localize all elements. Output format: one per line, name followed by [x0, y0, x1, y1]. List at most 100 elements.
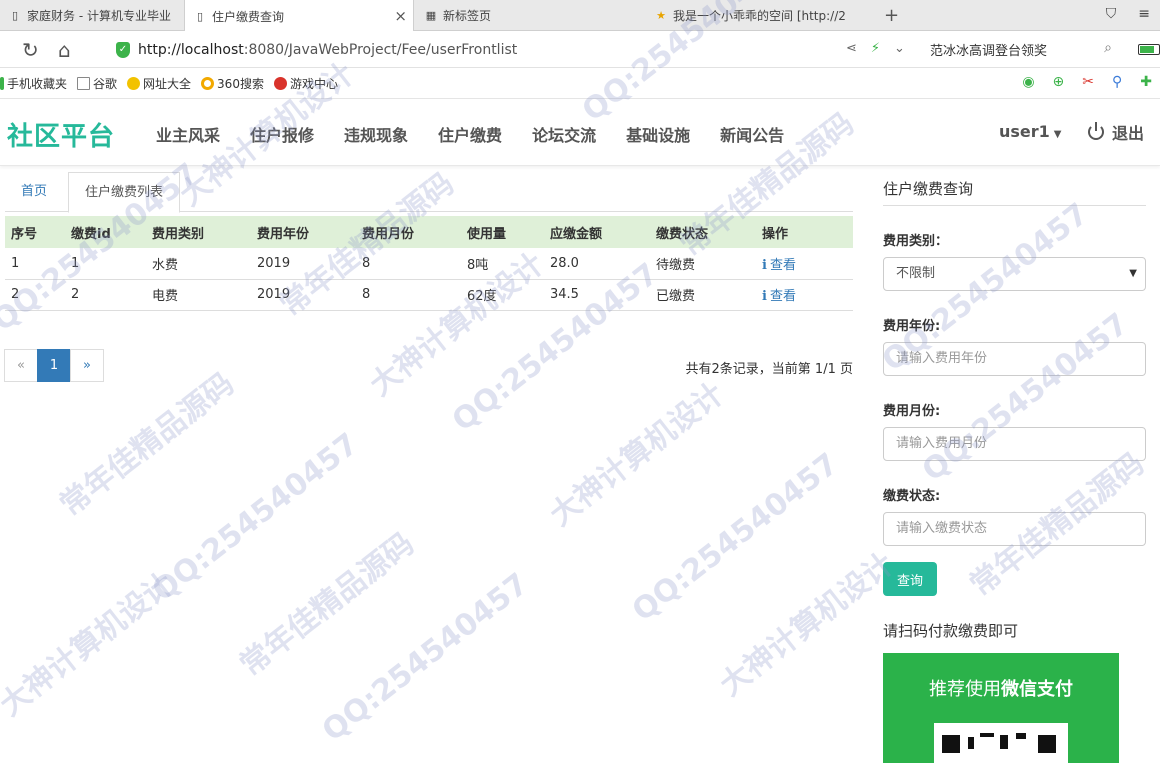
- bookmark-google[interactable]: 谷歌: [77, 75, 117, 92]
- prev-page-button[interactable]: «: [4, 349, 38, 382]
- battery-icon: [1138, 44, 1160, 55]
- col-header: 序号: [5, 216, 65, 248]
- info-icon: i: [762, 257, 767, 273]
- cell-month: 8: [356, 279, 461, 311]
- caret-down-icon: ▼: [1129, 268, 1137, 279]
- cell-action: i 查看: [756, 248, 853, 280]
- cell-status: 已缴费: [650, 279, 756, 311]
- bookmark-games[interactable]: 游戏中心: [273, 75, 338, 92]
- extension-icon[interactable]: ✚: [1140, 74, 1152, 90]
- secure-shield-icon: ✓: [116, 41, 130, 58]
- browser-tab-finance[interactable]: ▯ 家庭财务 - 计算机专业毕业: [0, 0, 180, 31]
- status-input[interactable]: 请输入缴费状态: [883, 512, 1146, 546]
- search-icon[interactable]: ⌕: [1104, 40, 1112, 56]
- url-host: http://localhost: [138, 41, 244, 58]
- cell-amount: 28.0: [544, 248, 650, 280]
- url-field[interactable]: ✓ http://localhost:8080/JavaWebProject/F…: [116, 37, 916, 62]
- month-label: 费用月份:: [883, 404, 941, 419]
- share-icon[interactable]: ⋖: [846, 41, 857, 56]
- bookmark-label: 游戏中心: [289, 76, 338, 91]
- breadcrumb-home[interactable]: 首页: [5, 172, 63, 212]
- menu-news[interactable]: 新闻公告: [720, 122, 784, 146]
- cell-amount: 34.5: [544, 279, 650, 311]
- browser-search-input[interactable]: 范冰冰高调登台领奖 ⌕: [920, 37, 1120, 62]
- close-tab-icon[interactable]: ×: [394, 7, 407, 25]
- menu-forum[interactable]: 论坛交流: [532, 122, 596, 146]
- qr-card-prefix: 推荐使用: [929, 679, 1001, 700]
- cell-fee-type: 电费: [146, 279, 251, 311]
- watermark-text: QQ:254540457: [625, 446, 846, 629]
- menu-icon[interactable]: ≡: [1138, 6, 1150, 22]
- bookmark-mobile[interactable]: 手机收藏夹: [0, 75, 67, 92]
- view-link[interactable]: i 查看: [762, 289, 796, 304]
- watermark-text: QQ:254540457: [315, 566, 536, 749]
- menu-violations[interactable]: 违规现象: [344, 122, 408, 146]
- site-navbar: 社区平台 业主风采 住户报修 违规现象 住户缴费 论坛交流 基础设施 新闻公告 …: [0, 100, 1160, 166]
- bookmark-label: 手机收藏夹: [7, 76, 68, 91]
- cell-year: 2019: [251, 248, 356, 280]
- breadcrumb-current: 住户缴费列表: [68, 172, 181, 213]
- cell-action: i 查看: [756, 279, 853, 311]
- translate-ext-icon[interactable]: ⊕: [1053, 74, 1065, 90]
- browser-tab-new[interactable]: ▦ 新标签页: [416, 0, 636, 31]
- col-header: 应缴金额: [544, 216, 650, 248]
- col-header: 费用年份: [251, 216, 356, 248]
- bookmark-label: 网址大全: [143, 76, 192, 91]
- scissors-icon[interactable]: ✂: [1082, 74, 1094, 90]
- search-text: 范冰冰高调登台领奖: [930, 44, 1048, 59]
- url-path: :8080/JavaWebProject/Fee/userFrontlist: [243, 41, 518, 58]
- fee-type-select[interactable]: 不限制 ▼: [883, 257, 1146, 291]
- watermark-text: 常年佳精品源码: [53, 366, 241, 524]
- menu-owner-style[interactable]: 业主风采: [156, 122, 220, 146]
- site-brand[interactable]: 社区平台: [7, 116, 115, 153]
- browser-tab-space[interactable]: ★ 我是一个小乖乖的空间 [http://2: [646, 0, 876, 31]
- watermark-text: QQ:254540457: [145, 426, 366, 609]
- new-tab-button[interactable]: +: [884, 5, 899, 26]
- month-input[interactable]: 请输入费用月份: [883, 427, 1146, 461]
- fee-type-value: 不限制: [896, 266, 936, 281]
- cell-index: 1: [5, 248, 65, 280]
- table-row: 1 1 水费 2019 8 8吨 28.0 待缴费 i 查看: [5, 248, 853, 280]
- magnifier-ext-icon[interactable]: ⚲: [1112, 74, 1122, 90]
- view-label: 查看: [769, 257, 796, 273]
- query-button[interactable]: 查询: [883, 562, 937, 596]
- panel-title: 住户缴费查询: [883, 172, 1146, 206]
- page-icon: ▯: [11, 9, 19, 22]
- table-header-row: 序号 缴费id 费用类别 费用年份 费用月份 使用量 应缴金额 缴费状态 操作: [5, 216, 853, 248]
- page-icon: [77, 76, 91, 90]
- wechat-ext-icon[interactable]: ◉: [1022, 74, 1034, 90]
- home-icon[interactable]: ⌂: [58, 38, 71, 62]
- page-1-button[interactable]: 1: [37, 349, 71, 382]
- lightning-icon[interactable]: ⚡: [871, 41, 880, 56]
- bookmark-sites[interactable]: 网址大全: [127, 75, 191, 92]
- grid-icon: ▦: [425, 9, 437, 22]
- user-menu[interactable]: user1 ▼: [999, 122, 1062, 141]
- year-input[interactable]: 请输入费用年份: [883, 342, 1146, 376]
- menu-repair[interactable]: 住户报修: [250, 122, 314, 146]
- cell-index: 2: [5, 279, 65, 311]
- fee-table: 序号 缴费id 费用类别 费用年份 费用月份 使用量 应缴金额 缴费状态 操作 …: [5, 216, 853, 311]
- view-link[interactable]: i 查看: [762, 258, 796, 273]
- mobile-icon: [0, 76, 4, 90]
- bookmark-360-search[interactable]: 360搜索: [201, 75, 264, 92]
- cell-fee-type: 水费: [146, 248, 251, 280]
- pagination: « 1 »: [4, 349, 104, 382]
- reload-icon[interactable]: ↻: [22, 38, 39, 62]
- menu-facilities[interactable]: 基础设施: [626, 122, 690, 146]
- status-label: 缴费状态:: [883, 489, 941, 504]
- logout-button[interactable]: 退出: [1088, 120, 1144, 144]
- user-name: user1: [999, 122, 1050, 141]
- star-icon: ★: [656, 9, 666, 22]
- shirt-icon[interactable]: ⛉: [1106, 6, 1117, 22]
- qr-code-image: [934, 723, 1068, 763]
- sites-icon: [127, 76, 141, 90]
- watermark-text: 大神计算机设计: [713, 546, 901, 704]
- next-page-button[interactable]: »: [70, 349, 104, 382]
- menu-fee[interactable]: 住户缴费: [438, 122, 502, 146]
- chevron-down-icon[interactable]: ⌄: [894, 41, 905, 56]
- col-header: 操作: [756, 216, 853, 248]
- tab-title: 新标签页: [443, 9, 492, 23]
- cell-month: 8: [356, 248, 461, 280]
- browser-tab-fee-query[interactable]: ▯ 住户缴费查询 ×: [184, 0, 414, 32]
- address-bar: ↻ ⌂ ✓ http://localhost:8080/JavaWebProje…: [0, 31, 1160, 68]
